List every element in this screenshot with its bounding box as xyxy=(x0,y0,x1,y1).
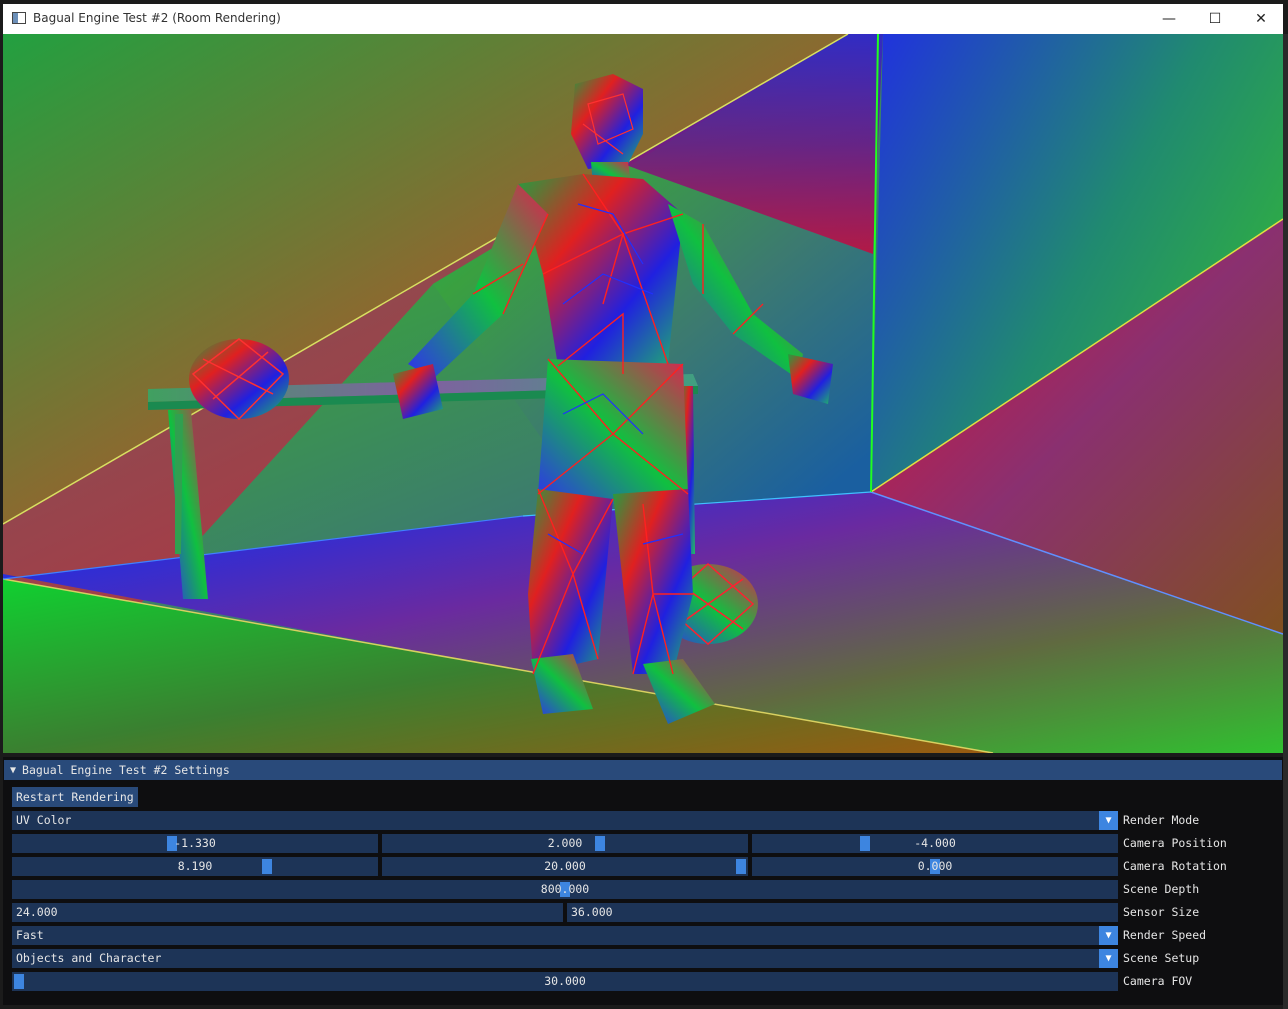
chevron-down-icon[interactable]: ▼ xyxy=(1099,949,1118,968)
camera-position-y-value: 2.000 xyxy=(547,836,583,850)
scene-setup-label: Scene Setup xyxy=(1123,951,1200,965)
chevron-down-icon[interactable]: ▼ xyxy=(1099,811,1118,830)
camera-position-x-slider[interactable]: -1.330 xyxy=(12,834,378,853)
camera-rotation-x-slider[interactable]: 8.190 xyxy=(12,857,378,876)
scene-depth-slider[interactable]: 800.000 xyxy=(12,880,1118,899)
camera-rotation-label: Camera Rotation xyxy=(1123,859,1227,873)
minimize-button[interactable]: — xyxy=(1146,4,1192,34)
app-window-icon xyxy=(12,12,26,24)
chevron-down-icon[interactable]: ▼ xyxy=(1099,926,1118,945)
render-speed-value: Fast xyxy=(16,928,44,942)
render-mode-value: UV Color xyxy=(16,813,72,827)
restart-rendering-button[interactable]: Restart Rendering xyxy=(12,787,138,807)
render-speed-dropdown[interactable]: Fast ▼ xyxy=(12,926,1118,945)
camera-rotation-y-value: 20.000 xyxy=(544,859,586,873)
camera-rotation-x-value: 8.190 xyxy=(177,859,213,873)
render-speed-label: Render Speed xyxy=(1123,928,1207,942)
camera-fov-slider[interactable]: 30.000 xyxy=(12,972,1118,991)
sensor-size-width-value: 24.000 xyxy=(16,905,58,919)
window-title: Bagual Engine Test #2 (Room Rendering) xyxy=(33,11,281,25)
sensor-size-height-value: 36.000 xyxy=(571,905,613,919)
render-viewport[interactable] xyxy=(3,34,1283,753)
camera-rotation-z-value: 0.000 xyxy=(917,859,953,873)
maximize-button[interactable]: ☐ xyxy=(1192,4,1238,34)
sensor-size-width-input[interactable]: 24.000 xyxy=(12,903,563,922)
rendered-scene xyxy=(3,34,1283,753)
settings-panel: ▼ Bagual Engine Test #2 Settings Restart… xyxy=(3,757,1283,1005)
camera-position-x-value: -1.330 xyxy=(174,836,216,850)
camera-rotation-z-slider[interactable]: 0.000 xyxy=(752,857,1118,876)
scene-setup-value: Objects and Character xyxy=(16,951,162,965)
render-mode-dropdown[interactable]: UV Color ▼ xyxy=(12,811,1118,830)
close-button[interactable]: ✕ xyxy=(1238,4,1284,34)
window-titlebar: Bagual Engine Test #2 (Room Rendering) —… xyxy=(3,4,1283,34)
camera-rotation-y-slider[interactable]: 20.000 xyxy=(382,857,748,876)
sensor-size-height-input[interactable]: 36.000 xyxy=(567,903,1118,922)
settings-panel-header[interactable]: ▼ Bagual Engine Test #2 Settings xyxy=(4,760,1282,780)
settings-panel-title: Bagual Engine Test #2 Settings xyxy=(22,763,230,777)
camera-position-label: Camera Position xyxy=(1123,836,1227,850)
camera-position-y-slider[interactable]: 2.000 xyxy=(382,834,748,853)
scene-depth-label: Scene Depth xyxy=(1123,882,1200,896)
render-mode-label: Render Mode xyxy=(1123,813,1200,827)
sensor-size-label: Sensor Size xyxy=(1123,905,1200,919)
camera-fov-value: 30.000 xyxy=(544,974,586,988)
camera-fov-label: Camera FOV xyxy=(1123,974,1193,988)
camera-position-z-slider[interactable]: -4.000 xyxy=(752,834,1118,853)
window-edge xyxy=(1283,34,1288,1009)
scene-depth-value: 800.000 xyxy=(540,882,590,896)
camera-position-z-value: -4.000 xyxy=(914,836,956,850)
scene-setup-dropdown[interactable]: Objects and Character ▼ xyxy=(12,949,1118,968)
collapse-arrow-icon[interactable]: ▼ xyxy=(10,765,16,776)
